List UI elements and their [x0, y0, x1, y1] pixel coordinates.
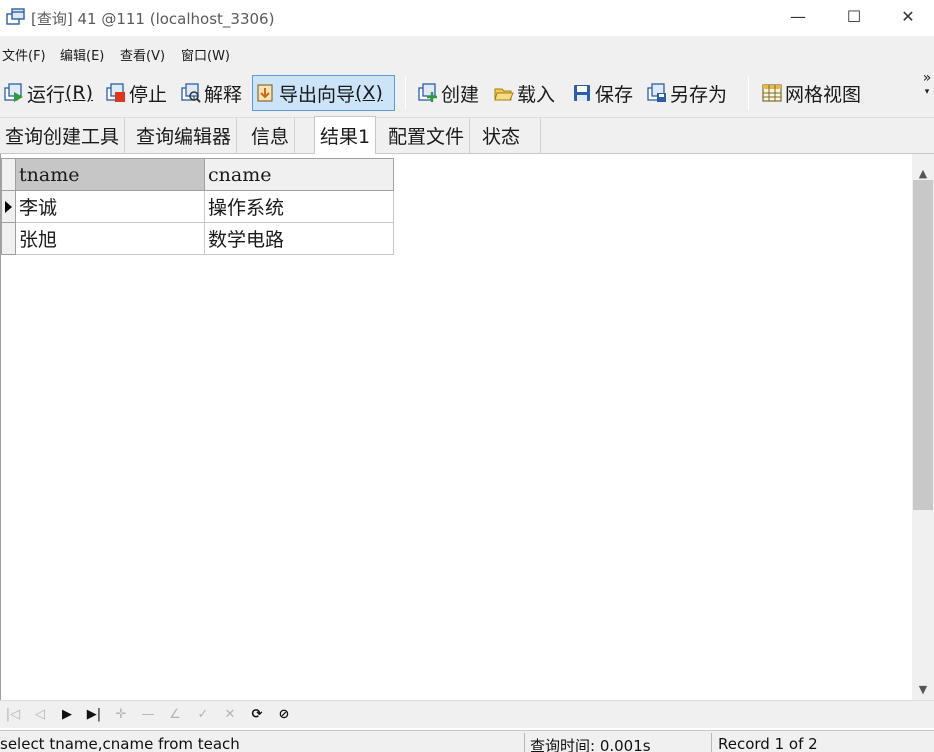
menu-window[interactable]: 窗口(W) [181, 45, 230, 64]
explain-icon [181, 83, 201, 103]
minimize-button[interactable]: — [770, 0, 826, 32]
toolbar: 运行 (R) 停止 解释 导出向导 (X) 创建 载入 保存 另存为 网格视图 … [0, 70, 934, 118]
first-record-icon[interactable]: |◁ [4, 705, 22, 723]
status-sql: select tname,cname from teach [0, 735, 240, 752]
close-button[interactable]: ✕ [882, 0, 934, 32]
run-icon [4, 83, 23, 102]
overflow-dropdown-icon: ▾ [924, 87, 930, 97]
grid-view-label: 网格视图 [785, 83, 862, 106]
stop-button[interactable]: 停止 [103, 75, 170, 111]
menu-edit[interactable]: 编辑(E) [60, 45, 104, 64]
status-divider [711, 733, 712, 752]
explain-button[interactable]: 解释 [178, 75, 245, 111]
result-grid[interactable]: tname cname 李诚 操作系统 张旭 数学电路 [1, 158, 394, 255]
delete-record-icon[interactable]: — [139, 705, 157, 723]
current-row-arrow-icon [5, 200, 12, 213]
cell-tname[interactable]: 李诚 [15, 190, 205, 223]
tab-info[interactable]: 信息 [246, 118, 296, 153]
status-divider [524, 733, 525, 752]
row-indicator[interactable] [1, 222, 16, 255]
tab-profile[interactable]: 配置文件 [383, 118, 471, 153]
export-wizard-button[interactable]: 导出向导 (X) [252, 75, 395, 111]
toolbar-divider [748, 76, 749, 110]
maximize-button[interactable]: ☐ [826, 0, 882, 32]
title-bar: [查询] 41 @111 (localhost_3306) — ☐ ✕ [0, 0, 934, 36]
vertical-scrollbar[interactable]: ▲ ▼ [912, 154, 934, 700]
status-record: Record 1 of 2 [718, 735, 818, 752]
status-query-time: 查询时间: 0.001s [530, 737, 651, 752]
tab-label: 配置文件 [388, 126, 465, 148]
stop-label: 停止 [129, 83, 168, 106]
tab-query-builder[interactable]: 查询创建工具 [0, 118, 126, 153]
prev-record-icon[interactable]: ◁ [31, 705, 49, 723]
tab-bar: 查询创建工具 查询编辑器 信息 结果1 配置文件 状态 [0, 116, 934, 154]
status-bar: select tname,cname from teach 查询时间: 0.00… [0, 730, 934, 752]
column-header-cname[interactable]: cname [204, 158, 394, 191]
refresh-icon[interactable]: ⟳ [248, 705, 266, 723]
minimize-icon: — [790, 6, 806, 26]
column-header-tname[interactable]: tname [15, 158, 205, 191]
create-label: 创建 [441, 83, 480, 106]
chevron-double-right-icon: » [922, 70, 932, 86]
tab-label: 信息 [251, 126, 290, 148]
save-as-label: 另存为 [670, 83, 728, 106]
next-record-icon[interactable]: ▶ [58, 705, 76, 723]
tab-status[interactable]: 状态 [477, 118, 541, 153]
load-button[interactable]: 载入 [491, 75, 558, 111]
save-as-button[interactable]: 另存为 [644, 75, 730, 111]
tab-label: 状态 [482, 126, 521, 148]
save-button[interactable]: 保存 [569, 75, 636, 111]
grid-view-icon [762, 84, 782, 102]
tab-query-editor[interactable]: 查询编辑器 [131, 118, 238, 153]
close-icon: ✕ [901, 6, 915, 26]
edit-record-icon[interactable]: ∠ [166, 705, 184, 723]
last-record-icon[interactable]: ▶| [85, 705, 103, 723]
row-indicator-header [1, 158, 16, 191]
stop-icon [106, 83, 125, 102]
record-navigator: |◁ ◁ ▶ ▶| ✛ — ∠ ✓ ✕ ⟳ ⊘ [0, 700, 934, 728]
export-wizard-label: 导出向导 [279, 83, 356, 106]
result-grid-area[interactable]: tname cname 李诚 操作系统 张旭 数学电路 [0, 154, 912, 700]
insert-record-icon[interactable]: ✛ [112, 705, 130, 723]
save-label: 保存 [595, 83, 634, 106]
window-title: [查询] 41 @111 (localhost_3306) [31, 10, 275, 28]
cell-cname[interactable]: 操作系统 [204, 190, 394, 223]
row-indicator[interactable] [1, 190, 16, 223]
apply-changes-icon[interactable]: ✓ [194, 705, 212, 723]
query-window-icon [6, 8, 25, 25]
stop-loading-icon[interactable]: ⊘ [275, 705, 293, 723]
save-as-icon [647, 83, 666, 102]
menu-bar: 文件(F) 编辑(E) 查看(V) 窗口(W) [0, 36, 934, 70]
table-row[interactable]: 张旭 数学电路 [1, 222, 394, 255]
scroll-down-icon[interactable]: ▼ [912, 678, 934, 700]
cell-cname[interactable]: 数学电路 [204, 222, 394, 255]
maximize-icon: ☐ [846, 6, 862, 26]
open-folder-icon [494, 88, 514, 101]
load-label: 载入 [517, 83, 556, 106]
scroll-thumb[interactable] [913, 180, 933, 510]
create-button[interactable]: 创建 [415, 75, 482, 111]
tab-label: 查询编辑器 [136, 126, 232, 148]
toolbar-divider [405, 76, 406, 110]
tab-label: 结果1 [320, 126, 371, 148]
create-icon [418, 83, 437, 102]
menu-view[interactable]: 查看(V) [120, 45, 165, 64]
run-button[interactable]: 运行 (R) [1, 75, 96, 111]
cell-tname[interactable]: 张旭 [15, 222, 205, 255]
export-wizard-shortcut: (X) [355, 82, 383, 104]
save-icon [574, 85, 590, 101]
export-icon [257, 84, 273, 102]
menu-file[interactable]: 文件(F) [2, 45, 46, 64]
tab-result-1[interactable]: 结果1 [314, 116, 377, 154]
run-label: 运行 [27, 83, 66, 106]
run-shortcut: (R) [65, 82, 94, 104]
grid-view-button[interactable]: 网格视图 [759, 75, 864, 111]
cancel-changes-icon[interactable]: ✕ [221, 705, 239, 723]
table-row[interactable]: 李诚 操作系统 [1, 190, 394, 223]
toolbar-overflow-button[interactable]: » ▾ [920, 70, 934, 98]
tab-label: 查询创建工具 [5, 126, 120, 148]
explain-label: 解释 [204, 83, 243, 106]
